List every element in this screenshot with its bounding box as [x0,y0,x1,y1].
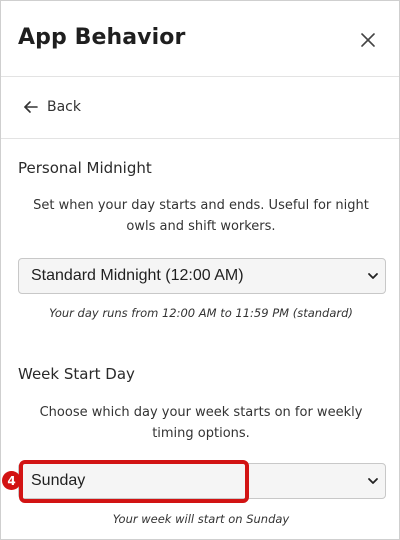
arrow-left-icon [24,101,38,113]
personal-midnight-select[interactable]: Standard Midnight (12:00 AM) [18,258,386,294]
back-label: Back [47,99,81,115]
week-start-selected-value: Sunday [31,472,86,489]
app-behavior-panel: App Behavior Back Personal Midnight Set … [0,0,400,540]
back-button[interactable]: Back [23,99,81,115]
week-start-description: Choose which day your week starts on for… [39,405,363,441]
back-bar: Back [1,77,399,139]
week-start-note: Your week will start on Sunday [112,512,290,526]
personal-midnight-note: Your day runs from 12:00 AM to 11:59 PM … [49,306,353,320]
week-start-title: Week Start Day [18,365,135,383]
personal-midnight-title: Personal Midnight [18,159,152,177]
chevron-down-icon [368,273,378,279]
personal-midnight-selected-value: Standard Midnight (12:00 AM) [31,267,244,284]
close-button[interactable] [358,30,378,50]
week-start-select[interactable]: Sunday [18,463,386,499]
panel-header: App Behavior [1,1,399,77]
chevron-down-icon [368,478,378,484]
close-icon [361,33,375,47]
personal-midnight-description: Set when your day starts and ends. Usefu… [33,198,369,234]
panel-title: App Behavior [18,25,186,50]
